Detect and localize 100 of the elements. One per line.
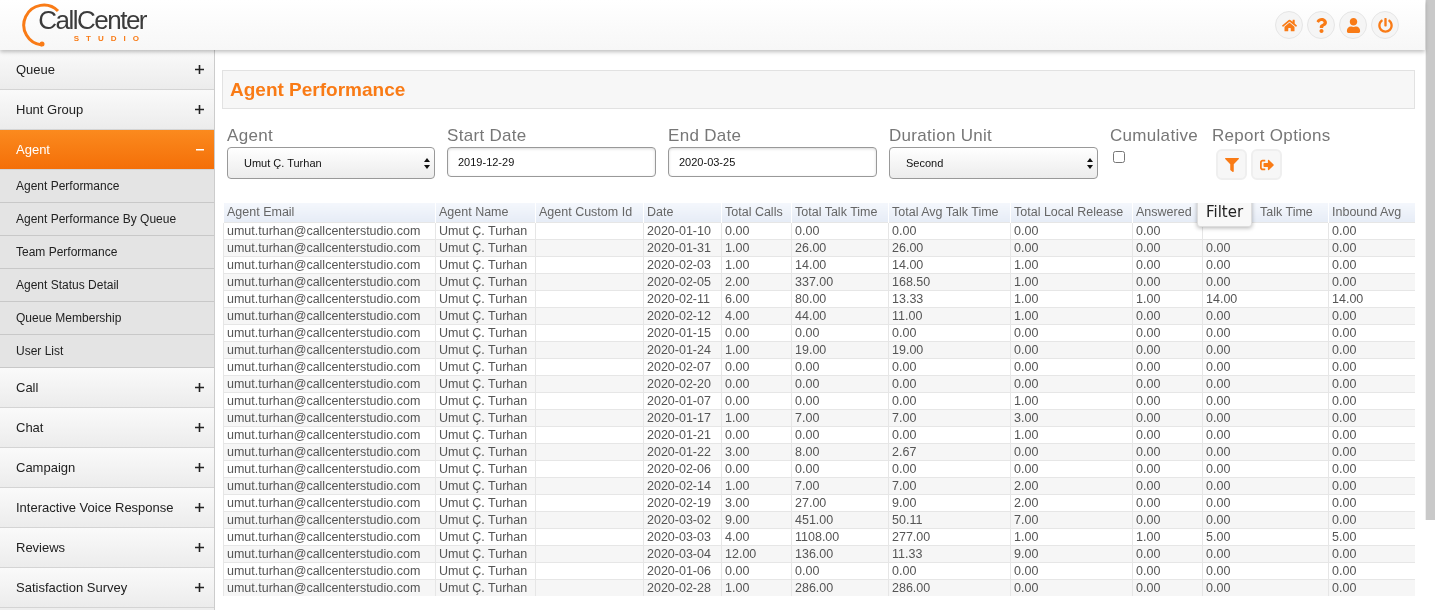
table-cell: umut.turhan@callcenterstudio.com [223, 460, 436, 478]
field-label: End Date [668, 126, 743, 146]
sidebar-subitem[interactable]: Queue Membership [0, 302, 214, 335]
table-cell: 13.33 [888, 290, 1011, 308]
table-cell: 0.00 [1202, 545, 1329, 563]
date-field[interactable]: 2020-03-25 [668, 147, 877, 177]
table-cell: 0.00 [1010, 239, 1133, 257]
minus-icon [196, 148, 204, 151]
help-button[interactable] [1307, 11, 1335, 39]
table-cell: umut.turhan@callcenterstudio.com [223, 341, 436, 359]
column-header[interactable]: Date [643, 203, 722, 223]
table-cell: 0.00 [791, 375, 889, 393]
filter-icon [1224, 157, 1239, 172]
sidebar-item[interactable]: Campaign [0, 448, 214, 488]
table-cell: 0.00 [791, 222, 889, 240]
table-cell: Umut Ç. Turhan [435, 290, 536, 308]
table-cell: 0.00 [1202, 273, 1329, 291]
table-cell: 286.00 [888, 579, 1011, 596]
checkbox[interactable] [1113, 151, 1125, 163]
table-cell: umut.turhan@callcenterstudio.com [223, 409, 436, 427]
table-cell: Umut Ç. Turhan [435, 358, 536, 376]
table-cell: 0.00 [1132, 579, 1203, 596]
table-cell: 0.00 [1328, 307, 1415, 325]
export-button[interactable] [1251, 149, 1282, 180]
table-cell: 2020-01-31 [643, 239, 722, 257]
table-cell: 7.00 [888, 477, 1011, 495]
date-field[interactable]: 2019-12-29 [447, 147, 656, 177]
table-cell: 1.00 [1010, 528, 1133, 546]
table-cell: umut.turhan@callcenterstudio.com [223, 307, 436, 325]
column-header[interactable]: Inbound Avg [1328, 203, 1415, 223]
table-cell: 0.00 [1132, 273, 1203, 291]
sidebar-subitem[interactable]: Agent Performance By Queue [0, 203, 214, 236]
table-cell: 2020-01-17 [643, 409, 722, 427]
home-button[interactable] [1275, 11, 1303, 39]
table-cell: 0.00 [1132, 409, 1203, 427]
table-cell: 9.00 [721, 511, 792, 529]
table-cell: 2020-01-07 [643, 392, 722, 410]
sidebar-subitem[interactable]: User List [0, 335, 214, 368]
sidebar-item[interactable]: Satisfaction Survey [0, 568, 214, 608]
table-cell: 0.00 [1202, 375, 1329, 393]
table-cell: 0.00 [1202, 307, 1329, 325]
logout-button[interactable] [1371, 11, 1399, 39]
table-cell: 0.00 [1010, 579, 1133, 596]
table-cell: 0.00 [721, 375, 792, 393]
table-cell: 0.00 [1132, 426, 1203, 444]
table-cell: 0.00 [1202, 460, 1329, 478]
table-cell: umut.turhan@callcenterstudio.com [223, 511, 436, 529]
table-cell: Umut Ç. Turhan [435, 409, 536, 427]
table-cell: 0.00 [1202, 494, 1329, 512]
table-cell: 27.00 [791, 494, 889, 512]
sidebar-subitem[interactable]: Agent Status Detail [0, 269, 214, 302]
sidebar-item[interactable]: Interactive Voice Response [0, 488, 214, 528]
sidebar-item[interactable]: Reviews [0, 528, 214, 568]
table-cell: 7.00 [791, 409, 889, 427]
table-cell: 1.00 [721, 256, 792, 274]
profile-button[interactable] [1339, 11, 1367, 39]
table-cell: 0.00 [1132, 307, 1203, 325]
table-cell: 1108.00 [791, 528, 889, 546]
table-cell: Umut Ç. Turhan [435, 562, 536, 580]
table-cell: 2.00 [1010, 477, 1133, 495]
column-header[interactable]: Total Calls [721, 203, 792, 223]
sidebar-item[interactable]: Queue [0, 50, 214, 90]
table-cell: umut.turhan@callcenterstudio.com [223, 579, 436, 596]
table-cell: 0.00 [1328, 579, 1415, 596]
table-cell: 0.00 [1328, 562, 1415, 580]
column-header[interactable]: Agent Name [435, 203, 536, 223]
filter-button[interactable] [1216, 149, 1247, 180]
table-cell: 1.00 [1010, 392, 1133, 410]
sidebar-item[interactable]: Call [0, 368, 214, 408]
sidebar-subitem[interactable]: Agent Performance [0, 170, 214, 203]
column-header[interactable]: Total Local Release [1010, 203, 1133, 223]
table-cell: 2020-02-05 [643, 273, 722, 291]
table-cell: 286.00 [791, 579, 889, 596]
table-cell: 2.00 [721, 273, 792, 291]
plus-icon [195, 543, 204, 552]
sidebar-subitem[interactable]: Team Performance [0, 236, 214, 269]
table-cell: Umut Ç. Turhan [435, 443, 536, 461]
table-cell: 0.00 [1328, 341, 1415, 359]
sidebar-item[interactable]: Hunt Group [0, 90, 214, 130]
column-header[interactable]: Total Avg Talk Time [888, 203, 1011, 223]
scrollbar[interactable] [1425, 0, 1435, 520]
table-cell: 2020-02-14 [643, 477, 722, 495]
column-header[interactable]: Agent Email [223, 203, 436, 223]
field-label: Report Options [1212, 126, 1332, 146]
column-header[interactable]: Total Talk Time [791, 203, 889, 223]
sidebar-item[interactable]: Chat [0, 408, 214, 448]
table-cell: 0.00 [1202, 324, 1329, 342]
table-cell: 0.00 [1202, 341, 1329, 359]
dropdown[interactable]: Second [889, 147, 1098, 179]
table-cell: 80.00 [791, 290, 889, 308]
table-cell: 14.00 [1328, 290, 1415, 308]
table-cell: 2020-02-20 [643, 375, 722, 393]
table-cell: 0.00 [888, 358, 1011, 376]
dropdown[interactable]: Umut Ç. Turhan [227, 147, 435, 179]
table-cell: 0.00 [1010, 324, 1133, 342]
table-cell: Umut Ç. Turhan [435, 239, 536, 257]
table-cell: umut.turhan@callcenterstudio.com [223, 494, 436, 512]
table-cell: 0.00 [1202, 579, 1329, 596]
column-header[interactable]: Agent Custom Id [535, 203, 644, 223]
table-cell: 0.00 [721, 324, 792, 342]
